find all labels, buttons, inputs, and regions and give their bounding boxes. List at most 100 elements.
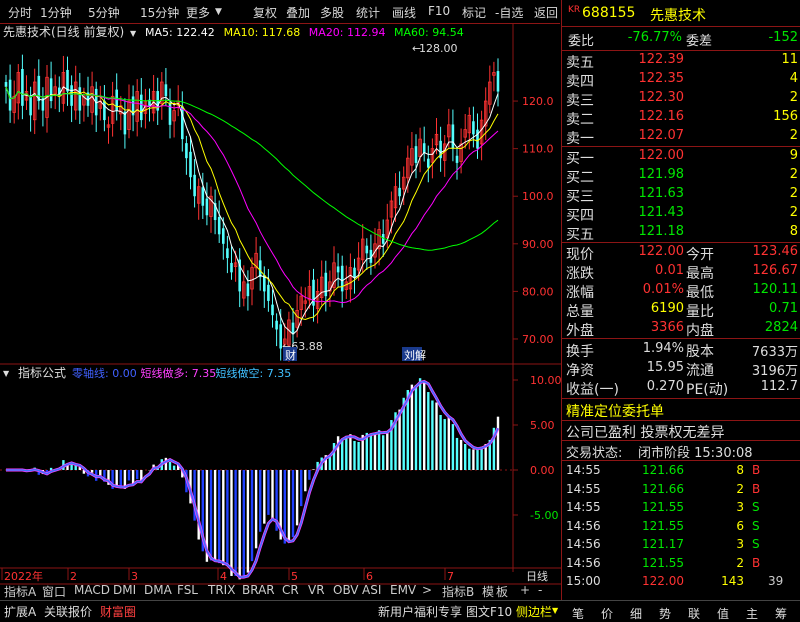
- webi-value: -76.77%: [622, 30, 682, 45]
- ind-tab-10[interactable]: OBV: [333, 583, 359, 597]
- quote-tab-1[interactable]: 价: [601, 605, 613, 622]
- tool-watchlist[interactable]: -自选: [495, 4, 523, 21]
- tool-stats[interactable]: 统计: [356, 4, 380, 21]
- bid-row-volume: 2: [732, 205, 798, 220]
- stat-label: 总量: [566, 301, 594, 321]
- ind-tab-4[interactable]: DMA: [144, 583, 172, 597]
- quote-tab-7[interactable]: 筹: [775, 605, 787, 622]
- ind-tab-15[interactable]: 模: [482, 583, 494, 600]
- ind-bar: [460, 440, 462, 470]
- ind-bar: [296, 470, 298, 525]
- tab-15min[interactable]: 15分钟: [140, 4, 179, 21]
- ask-row-label: 卖三: [566, 90, 594, 110]
- chart-title: 先惠技术(日线 前复权): [3, 24, 124, 39]
- ask-row-label: 卖二: [566, 109, 594, 129]
- quote-tab-0[interactable]: 笔: [572, 605, 584, 622]
- wealth-circle-tab[interactable]: 财富圈: [100, 603, 136, 620]
- ind-tab-17[interactable]: +: [520, 583, 530, 597]
- stat-value: 3366: [618, 320, 684, 335]
- ind-tab-0[interactable]: 指标A: [4, 583, 36, 600]
- ind-tab-3[interactable]: DMI: [113, 583, 136, 597]
- new-user-benefit-link[interactable]: 新用户福利专享: [378, 603, 462, 620]
- ind-tab-14[interactable]: 指标B: [442, 583, 474, 600]
- ind-bar: [136, 470, 138, 479]
- more-chevron-icon[interactable]: ▼: [215, 7, 222, 17]
- ind-tick-label: -5.00: [530, 509, 558, 522]
- related-quote-tab[interactable]: 关联报价: [44, 603, 92, 620]
- f10-link[interactable]: 图文F10: [466, 603, 512, 620]
- ind-tab-7[interactable]: BRAR: [242, 583, 275, 597]
- ind-bar: [415, 385, 417, 470]
- x-axis-label: 2: [70, 570, 77, 583]
- candle-body: [398, 188, 401, 196]
- stat-label: 最高: [686, 263, 714, 283]
- ind-bar: [386, 432, 388, 470]
- fin-value: 1.94%: [618, 341, 684, 356]
- quote-tab-3[interactable]: 势: [659, 605, 671, 622]
- ind-bar: [214, 470, 216, 560]
- event-label-finance: 财: [285, 348, 296, 362]
- tab-5min[interactable]: 5分钟: [88, 4, 120, 21]
- ind-bar: [173, 466, 175, 470]
- tool-overlay[interactable]: 叠加: [286, 4, 310, 21]
- ind-tick-label: 10.00: [530, 374, 561, 387]
- ind-bar: [292, 470, 294, 537]
- candle-body: [21, 69, 24, 106]
- notice-profit: 公司已盈利 投票权无差异: [566, 422, 724, 442]
- title-dropdown-icon: ▼: [130, 29, 137, 38]
- quote-tab-2[interactable]: 细: [630, 605, 642, 622]
- tool-mark[interactable]: 标记: [462, 4, 486, 21]
- tick-price: 122.00: [618, 574, 684, 588]
- ind-bar: [120, 470, 122, 487]
- ind-tab-2[interactable]: MACD: [74, 583, 110, 597]
- price-tick-label: 70.00: [522, 333, 554, 346]
- tick-volume: 2: [702, 556, 744, 570]
- ext-a-tab[interactable]: 扩展A: [4, 603, 36, 620]
- bid-row-label: 买四: [566, 205, 594, 225]
- tick-time: 14:56: [566, 556, 601, 570]
- tab-1min[interactable]: 1分钟: [40, 4, 72, 21]
- tool-multi[interactable]: 多股: [320, 4, 344, 21]
- ind-tab-16[interactable]: 板: [496, 583, 508, 600]
- stock-name[interactable]: 先惠技术: [650, 5, 706, 25]
- candle-body: [5, 82, 8, 87]
- sidebar-toggle[interactable]: 侧边栏: [516, 603, 552, 620]
- ind-tab-13[interactable]: >: [422, 583, 432, 597]
- ask-row-volume: 4: [732, 71, 798, 86]
- ind-tab-9[interactable]: VR: [308, 583, 325, 597]
- ind-bar: [116, 470, 118, 486]
- tab-more[interactable]: 更多: [186, 4, 210, 21]
- ind-label: 短线做多: 7.35: [141, 366, 217, 380]
- tool-draw[interactable]: 画线: [392, 4, 416, 21]
- ask-row-price: 122.16: [618, 109, 684, 124]
- kline-chart-area[interactable]: 120.0110.0100.090.0080.0070.0010.005.000…: [0, 24, 561, 600]
- candle-body: [472, 121, 475, 134]
- tick-price: 121.66: [618, 463, 684, 477]
- ind-tab-5[interactable]: FSL: [177, 583, 198, 597]
- quote-tab-5[interactable]: 值: [717, 605, 729, 622]
- notice-order-locate[interactable]: 精准定位委托单: [566, 401, 664, 421]
- tab-intraday[interactable]: 分时: [8, 4, 32, 21]
- ind-tab-18[interactable]: -: [538, 583, 542, 597]
- ind-bar: [243, 470, 245, 576]
- tick-time: 15:00: [566, 574, 601, 588]
- tool-back[interactable]: 返回: [534, 4, 558, 21]
- fin-label: 股本: [686, 341, 714, 361]
- ind-tab-1[interactable]: 窗口: [42, 583, 66, 600]
- quote-tab-6[interactable]: 主: [746, 605, 758, 622]
- tool-rights[interactable]: 复权: [253, 4, 277, 21]
- ind-tab-6[interactable]: TRIX: [208, 583, 235, 597]
- tool-f10[interactable]: F10: [428, 4, 450, 18]
- tick-time: 14:55: [566, 500, 601, 514]
- ind-bar: [128, 470, 130, 480]
- tick-price: 121.55: [618, 556, 684, 570]
- candle-body: [140, 95, 143, 120]
- quote-tab-4[interactable]: 联: [688, 605, 700, 622]
- ind-tab-11[interactable]: ASI: [362, 583, 381, 597]
- ind-tab-8[interactable]: CR: [282, 583, 299, 597]
- ma-label: MA60: 94.54: [394, 26, 464, 39]
- stat-label: 最低: [686, 282, 714, 302]
- stat-label: 量比: [686, 301, 714, 321]
- sidebar-chevron-icon[interactable]: ▼: [552, 606, 558, 615]
- ind-tab-12[interactable]: EMV: [390, 583, 416, 597]
